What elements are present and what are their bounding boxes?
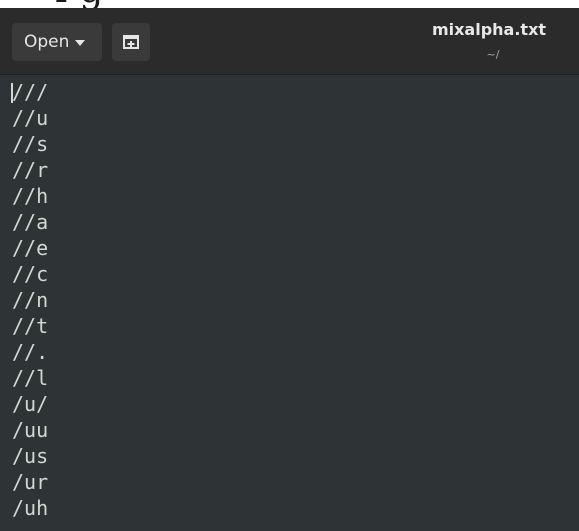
chevron-down-icon	[75, 40, 86, 46]
screenshot: ı g Open mixalpha.txt ~/ /	[0, 0, 579, 531]
new-tab-button[interactable]	[112, 23, 150, 61]
header-bar: Open mixalpha.txt ~/	[0, 8, 579, 75]
window-subtitle: ~/	[486, 48, 500, 61]
background-heading: ı g	[55, 0, 104, 8]
editor-line: /ur	[12, 470, 49, 494]
new-tab-icon	[123, 35, 139, 49]
editor-line: //t	[12, 314, 49, 338]
editor-line: /uu	[12, 418, 49, 442]
editor-line: ///	[12, 80, 49, 104]
editor-line: //c	[12, 262, 49, 286]
text-editor-window: Open mixalpha.txt ~/ /////u//s//r//h//a /…	[0, 8, 579, 531]
editor-line: //n	[12, 288, 49, 312]
editor-line: /us	[12, 444, 49, 468]
editor-line: //.	[12, 340, 49, 364]
editor-line: //r	[12, 158, 49, 182]
title-area: mixalpha.txt ~/	[419, 18, 559, 62]
editor-line: //e	[12, 236, 49, 260]
editor-line: //l	[12, 366, 49, 390]
open-button[interactable]: Open	[12, 23, 102, 61]
editor-line: //h	[12, 184, 49, 208]
editor-line: //s	[12, 132, 49, 156]
editor-lines: /////u//s//r//h//a//e//c//n//t//.//l/u//…	[12, 79, 48, 521]
window-title: mixalpha.txt	[431, 20, 547, 39]
editor-line: /uh	[12, 496, 49, 520]
open-button-label: Open	[24, 32, 70, 52]
editor-line: //a	[12, 210, 49, 234]
editor-line: //u	[12, 106, 49, 130]
text-editor-area[interactable]: /////u//s//r//h//a//e//c//n//t//.//l/u//…	[0, 75, 579, 531]
editor-line: /u/	[12, 392, 49, 416]
